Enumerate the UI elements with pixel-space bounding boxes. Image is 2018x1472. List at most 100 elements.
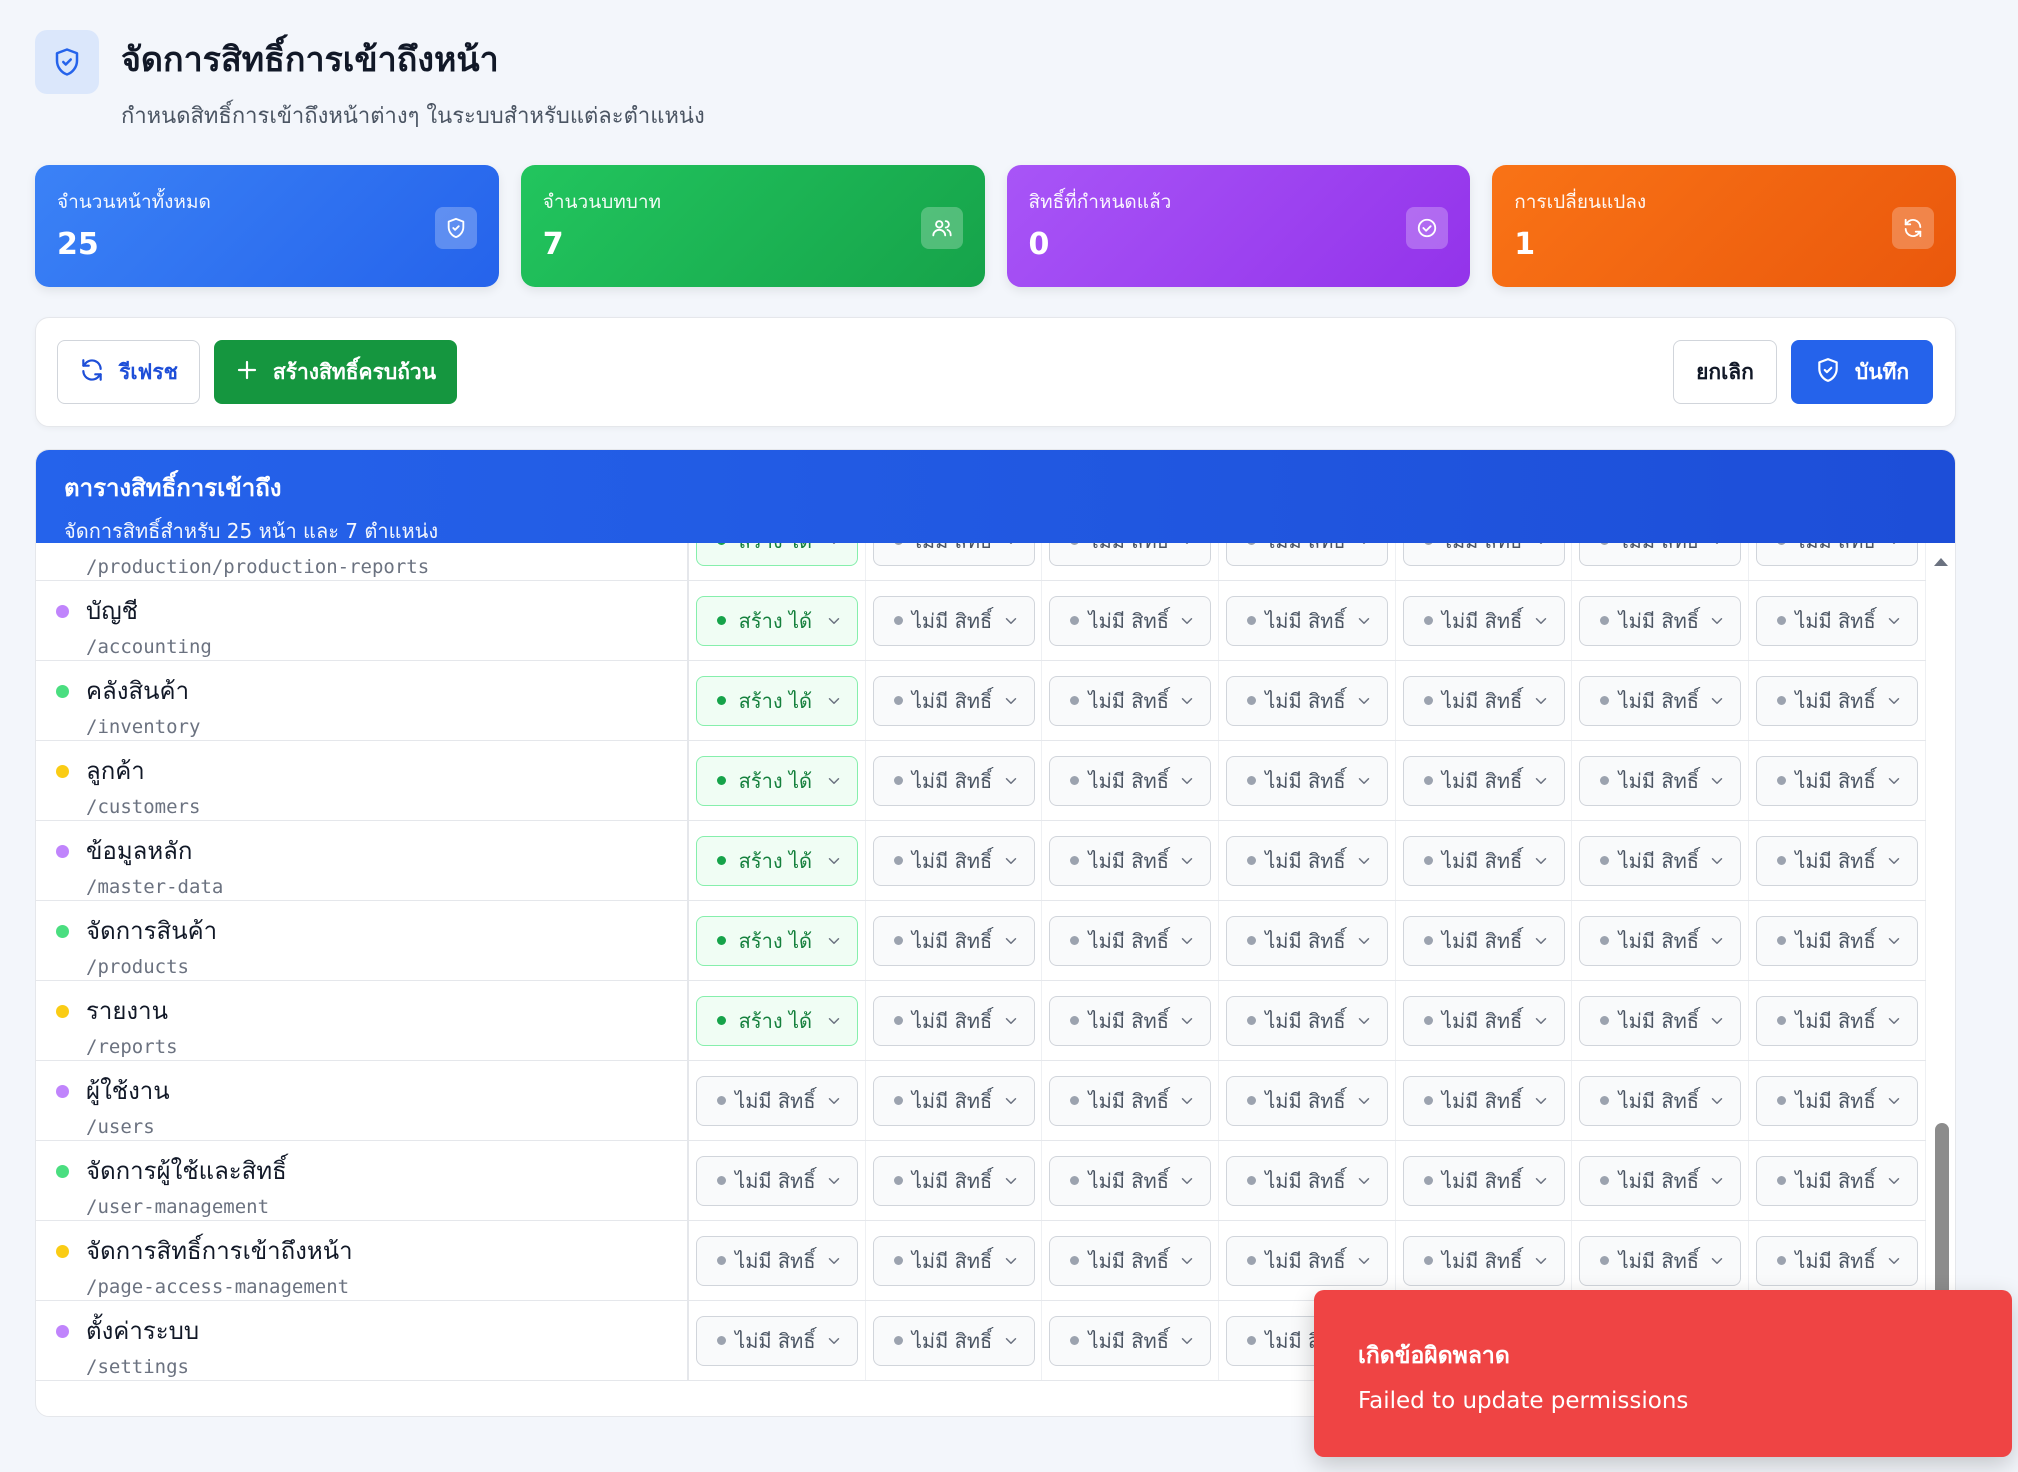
permission-select[interactable]: ไม่มี สิทธิ์ bbox=[1225, 675, 1388, 726]
refresh-button[interactable]: รีเฟรช bbox=[57, 340, 200, 404]
page-name-cell: คลังสินค้า/inventory bbox=[36, 661, 689, 740]
permission-value: ไม่มี สิทธิ์ bbox=[1441, 1248, 1523, 1273]
permission-select[interactable]: ไม่มี สิทธิ์ bbox=[872, 1235, 1035, 1286]
permission-select[interactable]: ไม่มี สิทธิ์ bbox=[1402, 543, 1565, 566]
permission-select[interactable]: ไม่มี สิทธิ์ bbox=[1755, 595, 1918, 646]
permission-select[interactable]: ไม่มี สิทธิ์ bbox=[1579, 543, 1742, 566]
permission-select[interactable]: ไม่มี สิทธิ์ bbox=[1225, 755, 1388, 806]
permission-select[interactable]: ไม่มี สิทธิ์ bbox=[1755, 1235, 1918, 1286]
permission-value: ไม่มี สิทธิ์ bbox=[1795, 688, 1876, 713]
permission-select[interactable]: ไม่มี สิทธิ์ bbox=[1402, 675, 1565, 726]
permission-select[interactable]: ไม่มี สิทธิ์ bbox=[1225, 1155, 1388, 1206]
permission-select[interactable]: ไม่มี สิทธิ์ bbox=[1579, 1235, 1742, 1286]
permission-cell: ไม่มี สิทธิ์ bbox=[1572, 581, 1750, 660]
scroll-up-arrow-icon[interactable] bbox=[1933, 557, 1949, 567]
permission-select[interactable]: สร้าง ได้ bbox=[695, 755, 858, 806]
permission-select[interactable]: ไม่มี สิทธิ์ bbox=[1049, 1075, 1212, 1126]
permission-select[interactable]: ไม่มี สิทธิ์ bbox=[695, 1315, 858, 1366]
permission-select[interactable]: ไม่มี สิทธิ์ bbox=[1402, 995, 1565, 1046]
permission-select[interactable]: ไม่มี สิทธิ์ bbox=[1225, 835, 1388, 886]
permission-cell: ไม่มี สิทธิ์ bbox=[866, 741, 1043, 820]
permission-select[interactable]: ไม่มี สิทธิ์ bbox=[1755, 1155, 1918, 1206]
permission-select[interactable]: ไม่มี สิทธิ์ bbox=[695, 1075, 858, 1126]
permission-select[interactable]: ไม่มี สิทธิ์ bbox=[1579, 1155, 1742, 1206]
permission-select[interactable]: ไม่มี สิทธิ์ bbox=[695, 1235, 858, 1286]
permission-select[interactable]: ไม่มี สิทธิ์ bbox=[1402, 1155, 1565, 1206]
page-title: จัดการสิทธิ์การเข้าถึงหน้า bbox=[121, 40, 499, 80]
cancel-button[interactable]: ยกเลิก bbox=[1673, 340, 1777, 404]
permission-select[interactable]: ไม่มี สิทธิ์ bbox=[1579, 1075, 1742, 1126]
permission-select[interactable]: ไม่มี สิทธิ์ bbox=[872, 915, 1035, 966]
permission-select[interactable]: ไม่มี สิทธิ์ bbox=[1579, 835, 1742, 886]
permission-select[interactable]: สร้าง ได้ bbox=[695, 995, 858, 1046]
permission-select[interactable]: ไม่มี สิทธิ์ bbox=[1755, 995, 1918, 1046]
page-subtitle: กำหนดสิทธิ์การเข้าถึงหน้าต่างๆ ในระบบสำห… bbox=[121, 104, 705, 129]
permission-dot bbox=[1423, 543, 1433, 545]
shield-icon bbox=[434, 207, 477, 249]
permission-select[interactable]: ไม่มี สิทธิ์ bbox=[1579, 995, 1742, 1046]
permission-select[interactable]: ไม่มี สิทธิ์ bbox=[1049, 995, 1212, 1046]
permission-select[interactable]: ไม่มี สิทธิ์ bbox=[1049, 675, 1212, 726]
permission-select[interactable]: ไม่มี สิทธิ์ bbox=[1049, 1235, 1212, 1286]
error-toast[interactable]: เกิดข้อผิดพลาด Failed to update permissi… bbox=[1314, 1290, 2012, 1457]
permission-dot bbox=[1070, 1336, 1080, 1345]
permission-select[interactable]: ไม่มี สิทธิ์ bbox=[1225, 995, 1388, 1046]
permission-select[interactable]: ไม่มี สิทธิ์ bbox=[872, 1155, 1035, 1206]
permission-select[interactable]: ไม่มี สิทธิ์ bbox=[1755, 543, 1918, 566]
permission-select[interactable]: ไม่มี สิทธิ์ bbox=[1049, 915, 1212, 966]
create-full-permissions-button[interactable]: สร้างสิทธิ์ครบถ้วน bbox=[214, 340, 457, 404]
permission-value: ไม่มี สิทธิ์ bbox=[1441, 608, 1523, 633]
permission-select[interactable]: ไม่มี สิทธิ์ bbox=[1402, 755, 1565, 806]
permission-select[interactable]: ไม่มี สิทธิ์ bbox=[695, 1155, 858, 1206]
permission-select[interactable]: ไม่มี สิทธิ์ bbox=[1049, 543, 1212, 566]
permission-select[interactable]: ไม่มี สิทธิ์ bbox=[872, 1075, 1035, 1126]
permission-select[interactable]: สร้าง ได้ bbox=[695, 835, 858, 886]
permission-select[interactable]: ไม่มี สิทธิ์ bbox=[872, 1315, 1035, 1366]
permission-select[interactable]: ไม่มี สิทธิ์ bbox=[1049, 1155, 1212, 1206]
permission-select[interactable]: ไม่มี สิทธิ์ bbox=[1225, 595, 1388, 646]
permission-select[interactable]: ไม่มี สิทธิ์ bbox=[1755, 675, 1918, 726]
vertical-scrollbar[interactable] bbox=[1927, 543, 1955, 1416]
permission-value: ไม่มี สิทธิ์ bbox=[1795, 608, 1876, 633]
permission-select[interactable]: ไม่มี สิทธิ์ bbox=[1225, 1075, 1388, 1126]
permission-select[interactable]: ไม่มี สิทธิ์ bbox=[1402, 835, 1565, 886]
status-dot bbox=[56, 1165, 69, 1178]
permission-select[interactable]: สร้าง ได้ bbox=[695, 675, 858, 726]
permission-select[interactable]: ไม่มี สิทธิ์ bbox=[1225, 1235, 1388, 1286]
stat-value: 7 bbox=[542, 227, 564, 262]
permission-select[interactable]: ไม่มี สิทธิ์ bbox=[1579, 675, 1742, 726]
save-button[interactable]: บันทึก bbox=[1791, 340, 1933, 404]
permission-select[interactable]: ไม่มี สิทธิ์ bbox=[1225, 915, 1388, 966]
permission-select[interactable]: ไม่มี สิทธิ์ bbox=[1579, 595, 1742, 646]
chevron-down-icon bbox=[1355, 852, 1373, 870]
permission-select[interactable]: ไม่มี สิทธิ์ bbox=[1402, 1235, 1565, 1286]
permission-select[interactable]: ไม่มี สิทธิ์ bbox=[872, 995, 1035, 1046]
permission-select[interactable]: ไม่มี สิทธิ์ bbox=[1755, 835, 1918, 886]
permission-select[interactable]: ไม่มี สิทธิ์ bbox=[1049, 835, 1212, 886]
permission-select[interactable]: ไม่มี สิทธิ์ bbox=[1579, 755, 1742, 806]
permission-select[interactable]: ไม่มี สิทธิ์ bbox=[1755, 1075, 1918, 1126]
permission-select[interactable]: ไม่มี สิทธิ์ bbox=[1402, 595, 1565, 646]
permission-select[interactable]: ไม่มี สิทธิ์ bbox=[1579, 915, 1742, 966]
permission-select[interactable]: ไม่มี สิทธิ์ bbox=[1402, 1075, 1565, 1126]
permission-select[interactable]: ไม่มี สิทธิ์ bbox=[1225, 543, 1388, 566]
page-name: ตั้งค่าระบบ bbox=[86, 1317, 200, 1345]
permission-select[interactable]: ไม่มี สิทธิ์ bbox=[872, 595, 1035, 646]
chevron-down-icon bbox=[1355, 1012, 1373, 1030]
permission-select[interactable]: ไม่มี สิทธิ์ bbox=[1049, 1315, 1212, 1366]
chevron-down-icon bbox=[1178, 772, 1196, 790]
permission-dot bbox=[1070, 1256, 1080, 1265]
permission-select[interactable]: สร้าง ได้ bbox=[695, 595, 858, 646]
permission-select[interactable]: สร้าง ได้ bbox=[695, 543, 858, 566]
permission-select[interactable]: ไม่มี สิทธิ์ bbox=[1402, 915, 1565, 966]
permission-select[interactable]: ไม่มี สิทธิ์ bbox=[1755, 915, 1918, 966]
permission-select[interactable]: ไม่มี สิทธิ์ bbox=[872, 835, 1035, 886]
permission-select[interactable]: ไม่มี สิทธิ์ bbox=[1049, 755, 1212, 806]
permission-select[interactable]: สร้าง ได้ bbox=[695, 915, 858, 966]
permission-select[interactable]: ไม่มี สิทธิ์ bbox=[872, 543, 1035, 566]
permission-select[interactable]: ไม่มี สิทธิ์ bbox=[872, 675, 1035, 726]
permission-select[interactable]: ไม่มี สิทธิ์ bbox=[872, 755, 1035, 806]
permission-select[interactable]: ไม่มี สิทธิ์ bbox=[1049, 595, 1212, 646]
table-body[interactable]: รายงานการผลิต/production/production-repo… bbox=[36, 543, 1955, 1416]
permission-select[interactable]: ไม่มี สิทธิ์ bbox=[1755, 755, 1918, 806]
